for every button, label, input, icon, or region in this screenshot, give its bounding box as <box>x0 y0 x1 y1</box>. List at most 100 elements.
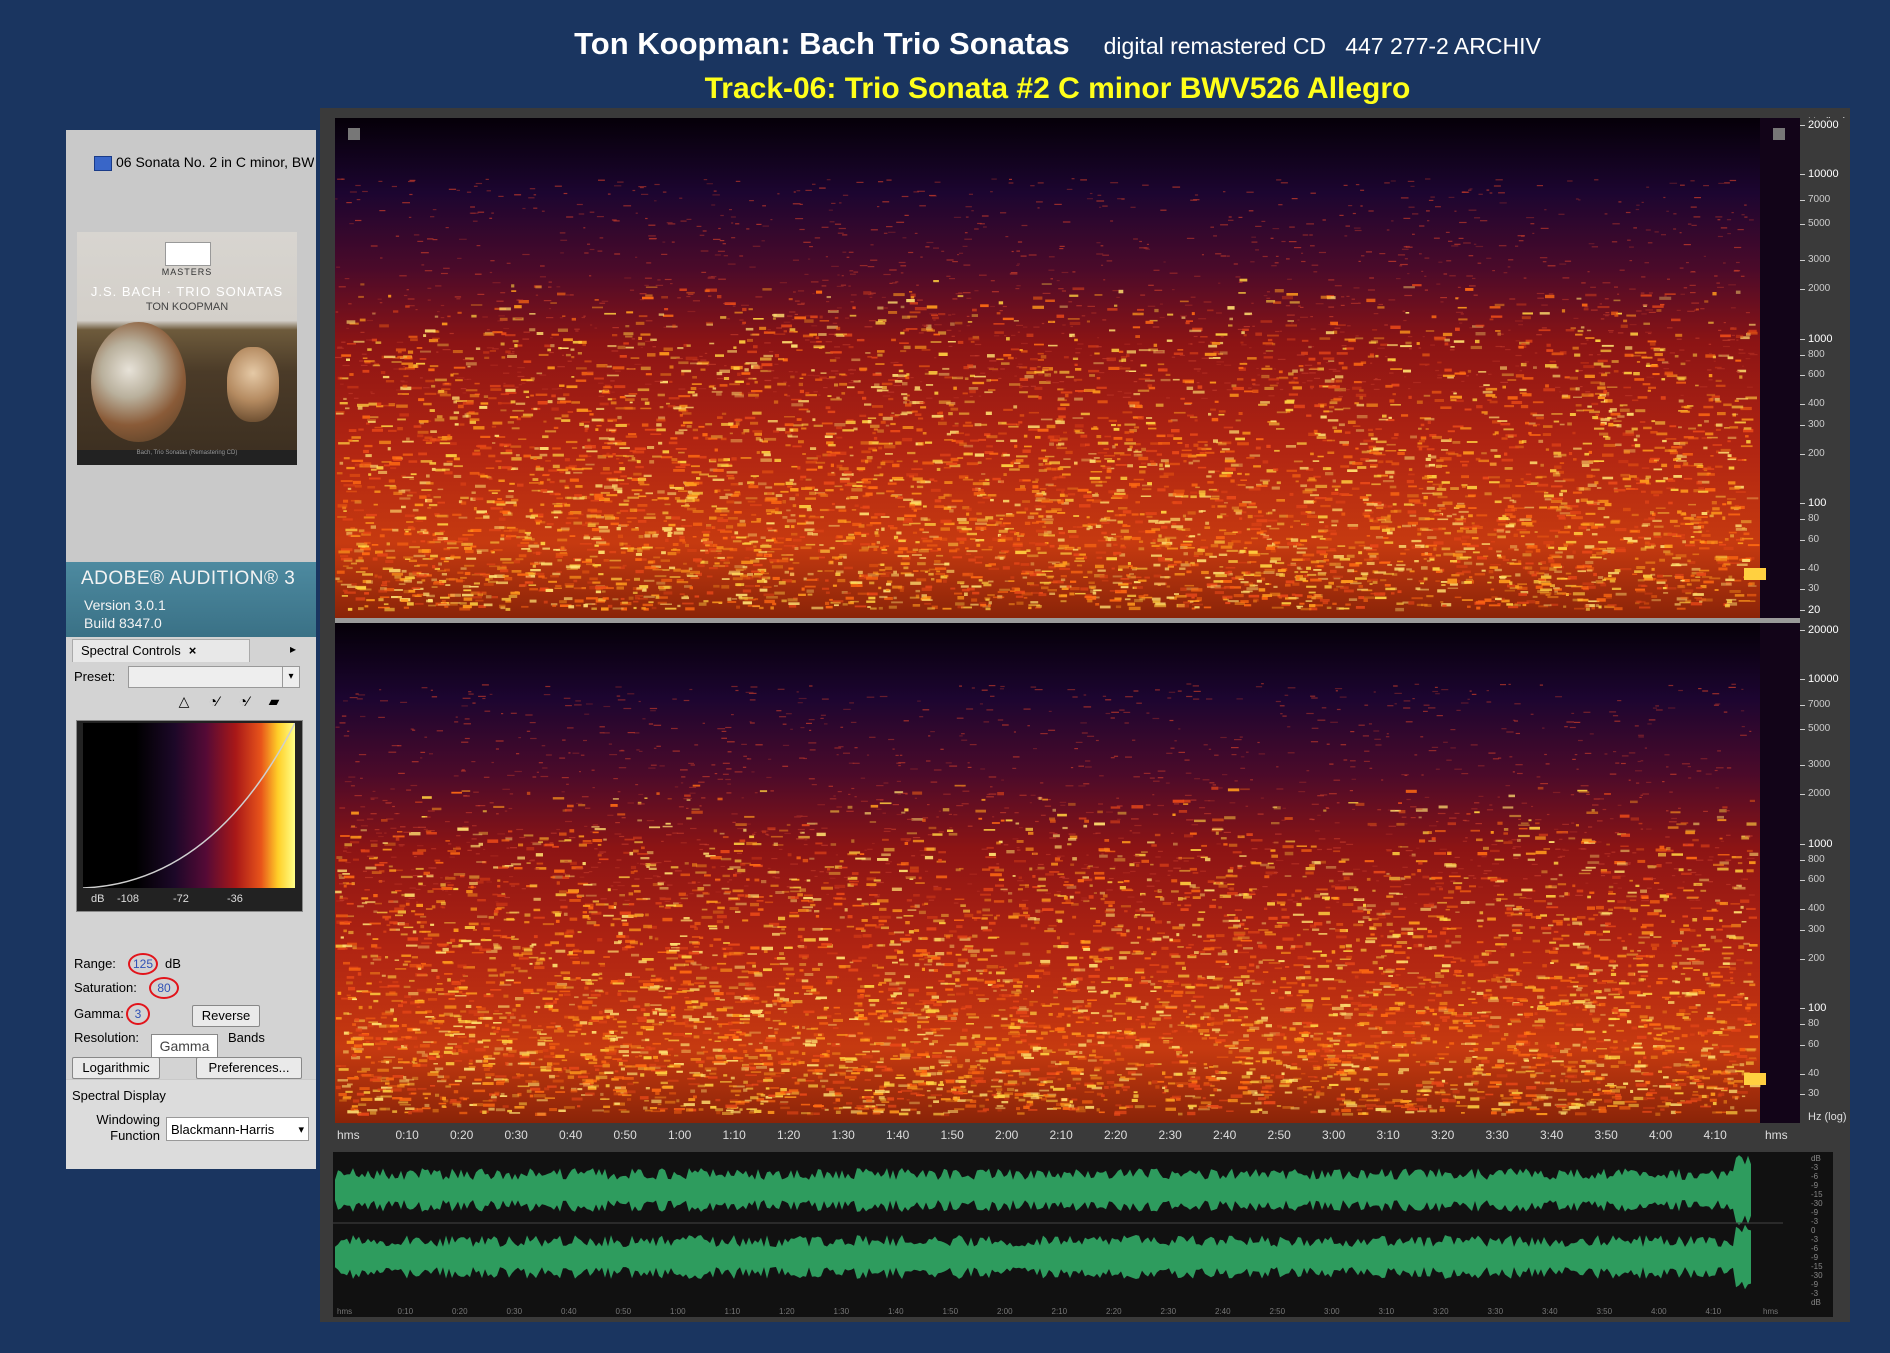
db-label: -6 <box>1811 1244 1819 1253</box>
db-label: -30 <box>1811 1199 1823 1208</box>
db-label: dB <box>1811 1298 1821 1307</box>
frequency-axis-title: Hz (log) <box>1808 1111 1847 1123</box>
frequency-tick <box>1800 589 1805 591</box>
time-label: 3:50 <box>1594 1128 1618 1142</box>
frequency-tick <box>1800 704 1805 706</box>
album-art: MASTERS J.S. BACH · TRIO SONATAS TON KOO… <box>77 232 297 465</box>
frequency-tick <box>1800 1073 1805 1075</box>
range-unit: dB <box>165 956 181 971</box>
db-label: -3 <box>1811 1235 1819 1244</box>
frequency-tick <box>1800 929 1805 931</box>
frequency-tick <box>1800 199 1805 201</box>
close-icon[interactable]: × <box>189 643 197 658</box>
color-picker-icon[interactable]: ▰ <box>262 691 286 711</box>
panel-menu-icon[interactable]: ▸ <box>284 642 302 658</box>
frequency-label: 20000 <box>1808 623 1839 636</box>
range-input[interactable]: 125 <box>128 953 158 975</box>
gamma-curve <box>83 723 295 888</box>
chevron-down-icon[interactable]: ▾ <box>282 667 299 687</box>
windowing-label-line2: Function <box>110 1128 160 1143</box>
album-series: MASTERS <box>161 267 213 277</box>
frequency-tick <box>1800 629 1805 631</box>
waveform-overview[interactable]: dB -3 -6 -9 -15 -30 -9 -3 0 -3 -6 -9 -15 -30 -9 -3 dB hm… <box>333 1152 1833 1317</box>
colormap-tick: -72 <box>173 893 189 905</box>
gamma-tooltip: Gamma <box>151 1034 218 1058</box>
track-title: Track-06: Trio Sonata #2 C minor BWV526 … <box>704 72 1411 105</box>
gamma-input[interactable]: 3 <box>126 1003 150 1025</box>
waveform-time-label: 0:50 <box>615 1307 632 1316</box>
archiv-logo <box>165 242 211 266</box>
db-label: -9 <box>1811 1253 1819 1262</box>
waveform-time-label: 3:20 <box>1433 1307 1449 1316</box>
time-label: 0:30 <box>504 1128 528 1142</box>
chevron-down-icon[interactable]: ▾ <box>298 1118 304 1142</box>
delete-preset-icon[interactable]: ◔⁄ <box>232 691 256 711</box>
warning-icon[interactable]: △ <box>172 691 196 711</box>
preset-toolbar: △ ◔⁄ ◔⁄ ▰ <box>166 691 306 713</box>
frequency-axis-top: 20000 10000 7000 5000 3000 2000 1000 800 600 400 3… <box>1800 118 1850 618</box>
waveform-time-label: 3:00 <box>1324 1307 1340 1316</box>
add-preset-icon[interactable]: ◔⁄ <box>202 691 226 711</box>
time-label: 1:40 <box>886 1128 910 1142</box>
frequency-label: 200 <box>1808 952 1825 964</box>
frequency-tick <box>1800 503 1805 505</box>
frequency-tick <box>1800 843 1805 845</box>
spectral-controls-panel: Spectral Controls × ▸ Preset: ▾ △ ◔⁄ ◔⁄ ▰ dB… <box>66 637 316 1079</box>
frequency-label: 3000 <box>1808 759 1831 771</box>
waveform-time-label: 0:40 <box>561 1307 577 1316</box>
frequency-tick <box>1800 765 1805 767</box>
resolution-label: Resolution: <box>74 1030 140 1045</box>
frequency-tick <box>1800 1024 1805 1026</box>
spectrogram-image <box>335 118 1800 618</box>
frequency-label: 600 <box>1808 874 1825 886</box>
frequency-tick <box>1800 880 1805 882</box>
frequency-label: 40 <box>1808 1067 1820 1079</box>
time-ruler[interactable]: hms 0:10 0:20 0:30 0:40 0:50 1:00 1:10 1:20 1:30 1… <box>335 1123 1800 1147</box>
time-label: 0:20 <box>450 1128 474 1142</box>
frequency-label: 60 <box>1808 1038 1820 1050</box>
frequency-label: 400 <box>1808 903 1825 915</box>
preferences-button[interactable]: Preferences... <box>196 1057 302 1079</box>
app-about-box: ADOBE® AUDITION® 3 Version 3.0.1 Build 8… <box>66 562 316 637</box>
waveform-time-label: 2:00 <box>997 1307 1013 1316</box>
waveform-image <box>333 1155 1783 1290</box>
frequency-tick <box>1800 453 1805 455</box>
frequency-tick <box>1800 289 1805 291</box>
colormap-axis: dB -108 -72 -36 <box>77 891 302 909</box>
time-label: hms <box>1765 1128 1788 1142</box>
release-info: digital remastered CD 447 277-2 ARCHIV <box>1103 33 1541 59</box>
frequency-label: 300 <box>1808 418 1825 430</box>
zoom-corner-icon[interactable] <box>1773 128 1785 140</box>
windowing-function-select[interactable]: Blackmann-Harris ▾ <box>166 1117 309 1141</box>
file-list-item[interactable]: 06 Sonata No. 2 in C minor, BW <box>94 154 314 171</box>
db-label: -9 <box>1811 1181 1819 1190</box>
waveform-time-label: 2:40 <box>1215 1307 1231 1316</box>
db-label: -15 <box>1811 1190 1823 1199</box>
tab-spectral-controls[interactable]: Spectral Controls × <box>72 639 250 662</box>
zoom-corner-icon[interactable] <box>348 128 360 140</box>
frequency-label: 80 <box>1808 1018 1820 1030</box>
frequency-tick <box>1800 354 1805 356</box>
frequency-tick <box>1800 375 1805 377</box>
frequency-label: 2000 <box>1808 788 1831 800</box>
spectrogram-right-channel[interactable] <box>335 623 1800 1123</box>
frequency-tick <box>1800 338 1805 340</box>
logarithmic-button[interactable]: Logarithmic <box>72 1057 160 1079</box>
waveform-time-label: 1:10 <box>724 1307 741 1316</box>
frequency-tick <box>1800 958 1805 960</box>
spectrogram-left-channel[interactable] <box>335 118 1800 618</box>
waveform-time-label: 1:20 <box>779 1307 795 1316</box>
db-label: dB <box>1811 1154 1821 1163</box>
spectral-display-title: Spectral Display <box>72 1088 166 1103</box>
time-label: 0:40 <box>559 1128 583 1142</box>
waveform-time-label: 2:50 <box>1269 1307 1286 1316</box>
time-label: 3:20 <box>1431 1128 1455 1142</box>
time-label: 0:50 <box>613 1128 637 1142</box>
time-label: 3:00 <box>1322 1128 1346 1142</box>
preset-select[interactable]: ▾ <box>128 666 300 688</box>
color-map-editor[interactable]: dB -108 -72 -36 <box>76 720 303 912</box>
saturation-input[interactable]: 80 <box>149 977 179 999</box>
reverse-button[interactable]: Reverse <box>192 1005 260 1027</box>
time-label: 4:10 <box>1703 1128 1727 1142</box>
frequency-tick <box>1800 568 1805 570</box>
